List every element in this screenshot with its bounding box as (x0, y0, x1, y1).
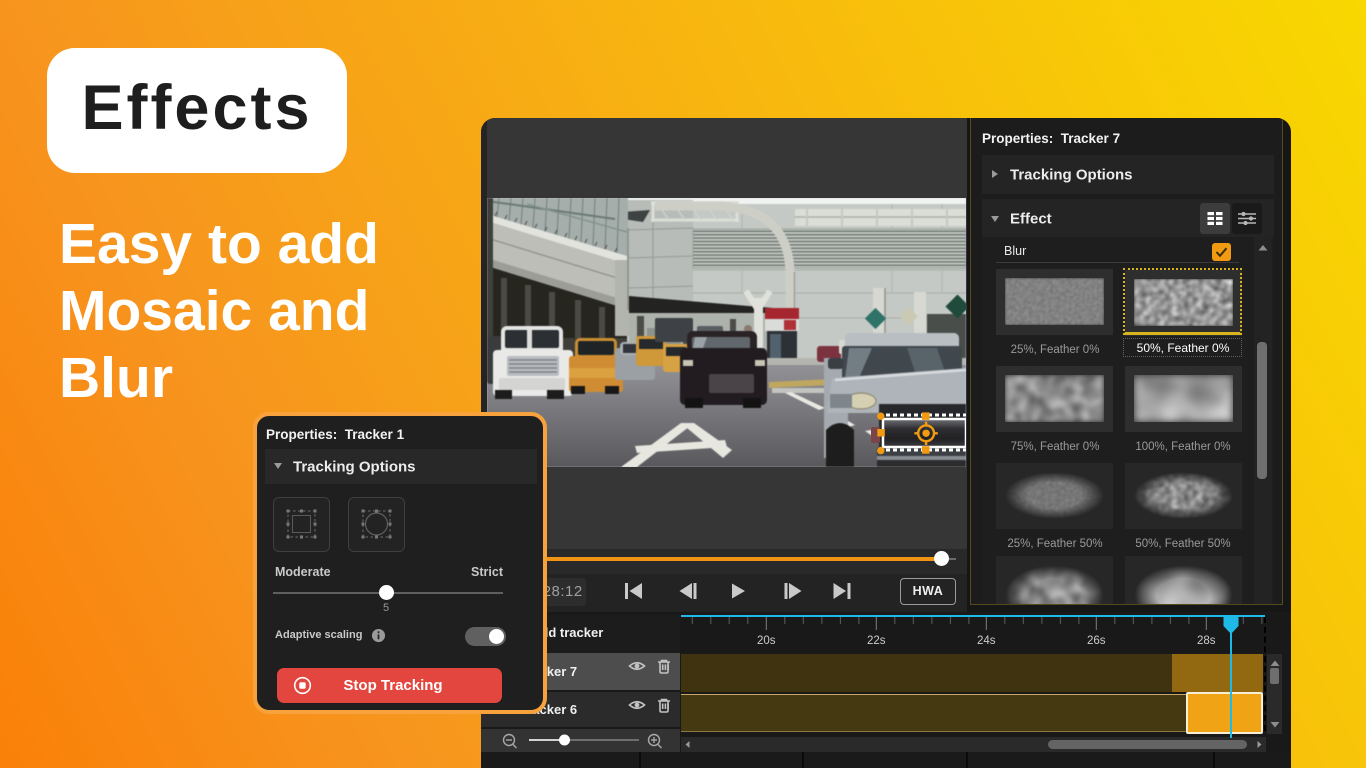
svg-text:22s: 22s (867, 635, 886, 647)
svg-text:20s: 20s (757, 635, 776, 647)
svg-text:24s: 24s (977, 635, 996, 647)
svg-text:28s: 28s (1197, 635, 1216, 647)
svg-text:26s: 26s (1087, 635, 1106, 647)
